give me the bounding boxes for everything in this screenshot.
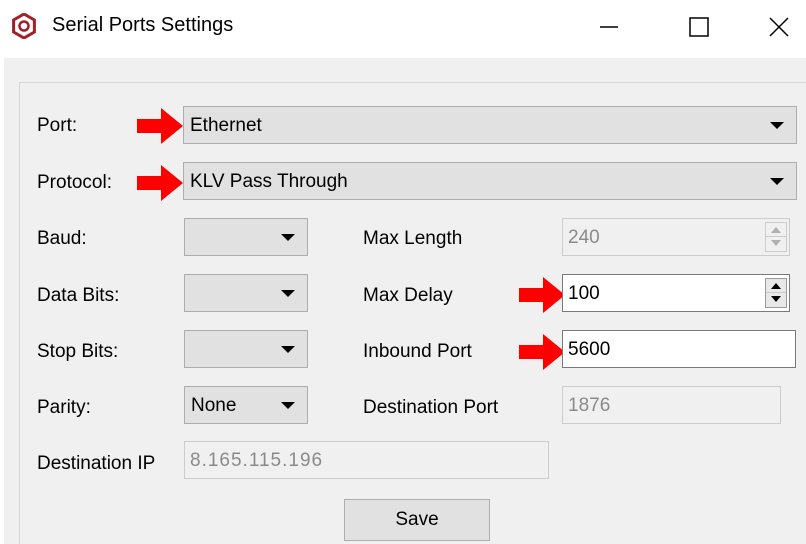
parity-select[interactable]: None (184, 386, 308, 424)
chevron-down-icon (281, 290, 295, 297)
title-bar: Serial Ports Settings (0, 0, 806, 54)
max-delay-label: Max Delay (363, 285, 453, 306)
annotation-arrow-icon (137, 108, 183, 144)
port-value: Ethernet (190, 115, 262, 136)
destination-port-field: 1876 (562, 386, 781, 424)
destination-ip-value: 8.165.115.196 (190, 450, 324, 471)
window-title: Serial Ports Settings (52, 14, 234, 36)
port-select[interactable]: Ethernet (183, 106, 797, 144)
max-delay-field[interactable]: 100 (562, 274, 790, 312)
data-bits-select[interactable] (184, 274, 308, 312)
protocol-label: Protocol: (37, 172, 112, 193)
spin-up-button[interactable] (766, 279, 786, 293)
max-delay-spinner[interactable] (765, 278, 787, 308)
port-label: Port: (37, 115, 78, 136)
chevron-down-icon (281, 402, 295, 409)
max-length-value: 240 (568, 227, 600, 248)
spin-down-button (766, 237, 786, 251)
maximize-icon (689, 17, 709, 37)
close-button[interactable] (748, 0, 806, 54)
annotation-arrow-icon (519, 334, 565, 370)
chevron-down-icon (770, 178, 784, 185)
chevron-up-icon (771, 283, 781, 289)
spin-up-button (766, 223, 786, 237)
annotation-arrow-icon (519, 277, 565, 313)
destination-ip-label: Destination IP (37, 453, 156, 474)
max-length-label: Max Length (363, 228, 463, 249)
chevron-down-icon (771, 296, 781, 302)
destination-ip-field: 8.165.115.196 (184, 441, 549, 479)
chevron-down-icon (281, 346, 295, 353)
protocol-select[interactable]: KLV Pass Through (183, 162, 797, 200)
stop-bits-select[interactable] (184, 330, 308, 368)
spin-down-button[interactable] (766, 293, 786, 307)
inbound-port-value: 5600 (568, 339, 611, 360)
baud-label: Baud: (37, 228, 87, 249)
max-delay-value: 100 (568, 283, 600, 304)
max-length-field: 240 (562, 218, 790, 256)
data-bits-label: Data Bits: (37, 285, 120, 306)
chevron-down-icon (281, 234, 295, 241)
protocol-value: KLV Pass Through (190, 171, 348, 192)
save-button[interactable]: Save (344, 499, 490, 541)
parity-label: Parity: (37, 397, 91, 418)
inbound-port-label: Inbound Port (363, 341, 472, 362)
max-length-spinner (765, 222, 787, 252)
destination-port-label: Destination Port (363, 397, 499, 418)
chevron-down-icon (770, 122, 784, 129)
close-icon (769, 17, 789, 37)
annotation-arrow-icon (137, 165, 183, 201)
app-logo-icon (12, 13, 36, 39)
baud-select[interactable] (184, 218, 308, 256)
parity-value: None (191, 395, 237, 416)
stop-bits-label: Stop Bits: (37, 341, 119, 362)
chevron-up-icon (771, 227, 781, 233)
destination-port-value: 1876 (568, 395, 611, 416)
minimize-icon (600, 26, 618, 28)
minimize-button[interactable] (578, 0, 640, 54)
maximize-button[interactable] (668, 0, 730, 54)
inbound-port-field[interactable]: 5600 (562, 330, 796, 368)
chevron-down-icon (771, 240, 781, 246)
